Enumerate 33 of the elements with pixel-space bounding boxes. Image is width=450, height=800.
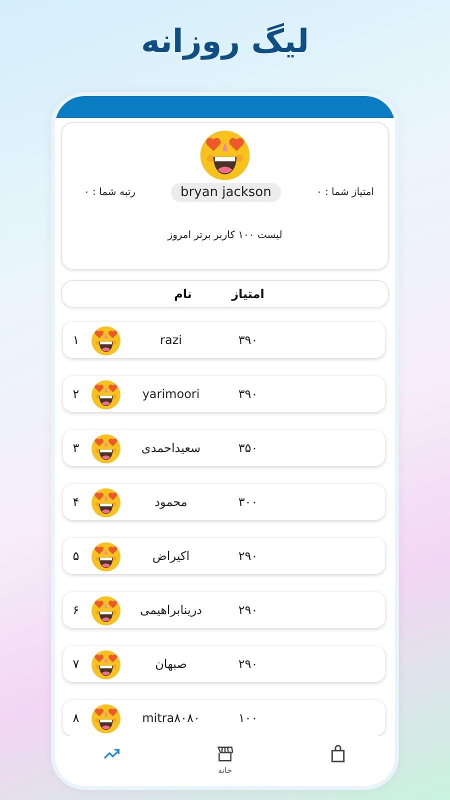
page-title: لیگ روزانه: [140, 22, 310, 62]
rank-number: ۸: [72, 711, 80, 725]
player-name: محمود: [154, 495, 188, 509]
player-name: yarimoori: [141, 387, 201, 401]
rank-label: رتبه شما : ۰: [84, 187, 136, 198]
column-header: امتیاز: [230, 287, 266, 301]
rank-number: ۱: [72, 333, 80, 347]
player-score: ۱۰۰: [237, 711, 259, 725]
score-label: امتیاز شما : ۰: [316, 187, 374, 198]
rank-number: ۴: [72, 495, 80, 509]
rank-number: ۵: [72, 549, 80, 563]
store-icon[interactable]: [214, 744, 235, 764]
player-name: mitra۸۰۸۰: [141, 711, 201, 725]
player-score: ۳۹۰: [237, 387, 259, 401]
player-score: ۳۹۰: [237, 333, 259, 347]
rank-number: ۳: [72, 441, 80, 455]
player-name: اکیراض: [151, 549, 191, 563]
player-score: ۲۹۰: [237, 603, 259, 617]
rank-number: ۷: [72, 657, 80, 671]
nav-label[interactable]: خانه: [218, 766, 232, 775]
player-score: ۲۹۰: [237, 657, 259, 671]
player-name: صبهان: [154, 657, 188, 671]
player-name: سعیداحمدی: [140, 441, 202, 455]
column-header: نام: [173, 287, 193, 301]
leaderboard-caption: لیست ۱۰۰ کاربر برتر امروز: [168, 230, 282, 241]
player-name: درینابراهیمی: [139, 603, 203, 617]
player-score: ۲۹۰: [237, 549, 259, 563]
rank-number: ۲: [72, 387, 80, 401]
rank-number: ۶: [72, 603, 80, 617]
player-score: ۳۰۰: [237, 495, 259, 509]
player-score: ۳۵۰: [237, 441, 259, 455]
username-chip: bryan jackson: [170, 183, 282, 202]
player-name: razi: [159, 333, 183, 347]
